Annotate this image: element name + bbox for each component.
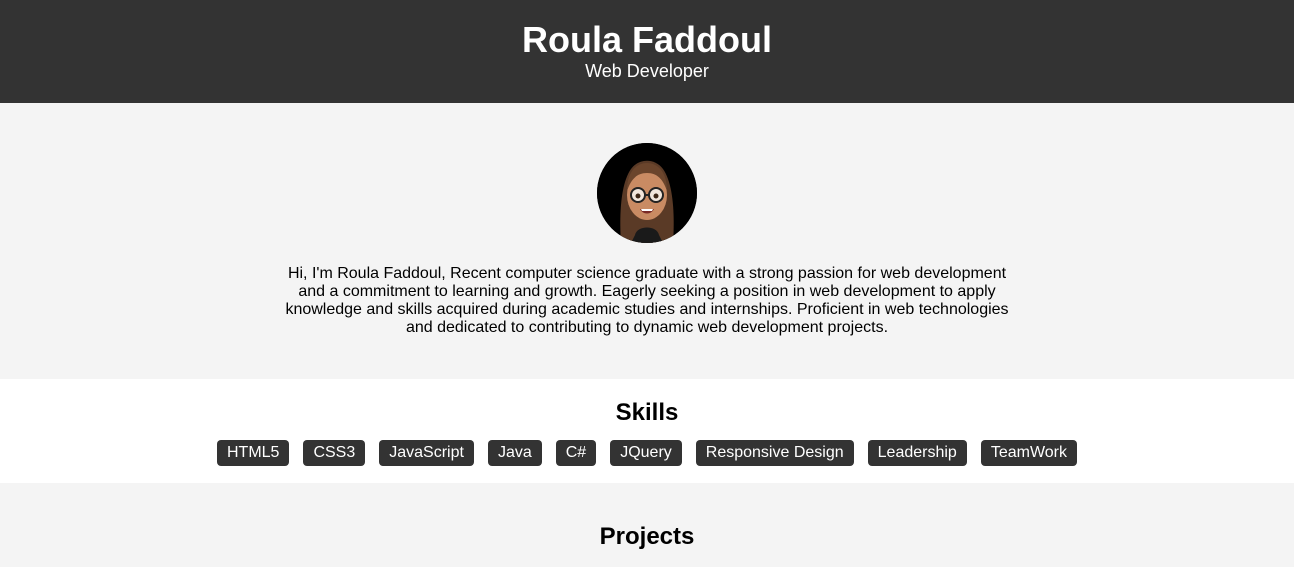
skills-section: Skills HTML5 CSS3 JavaScript Java C# JQu… bbox=[0, 379, 1294, 483]
skill-tag: HTML5 bbox=[217, 440, 290, 466]
profile-role: Web Developer bbox=[585, 61, 709, 81]
projects-section: Projects bbox=[0, 483, 1294, 567]
page-header: Roula Faddoul Web Developer bbox=[0, 0, 1294, 103]
about-section: Hi, I'm Roula Faddoul, Recent computer s… bbox=[0, 103, 1294, 379]
projects-title: Projects bbox=[599, 523, 695, 550]
skills-title: Skills bbox=[615, 399, 679, 426]
avatar bbox=[597, 143, 697, 243]
skill-tag: JQuery bbox=[610, 440, 682, 466]
profile-name: Roula Faddoul bbox=[522, 19, 772, 60]
skill-tag: C# bbox=[555, 440, 597, 466]
memoji-avatar-icon bbox=[597, 143, 697, 243]
skill-tag: TeamWork bbox=[980, 440, 1077, 466]
skill-list: HTML5 CSS3 JavaScript Java C# JQuery Res… bbox=[0, 440, 1294, 466]
skill-tag: JavaScript bbox=[379, 440, 474, 466]
bio-text: Hi, I'm Roula Faddoul, Recent computer s… bbox=[285, 265, 1009, 336]
skill-tag: Responsive Design bbox=[695, 440, 854, 466]
skill-tag: CSS3 bbox=[303, 440, 366, 466]
skill-tag: Leadership bbox=[867, 440, 967, 466]
skill-tag: Java bbox=[487, 440, 542, 466]
